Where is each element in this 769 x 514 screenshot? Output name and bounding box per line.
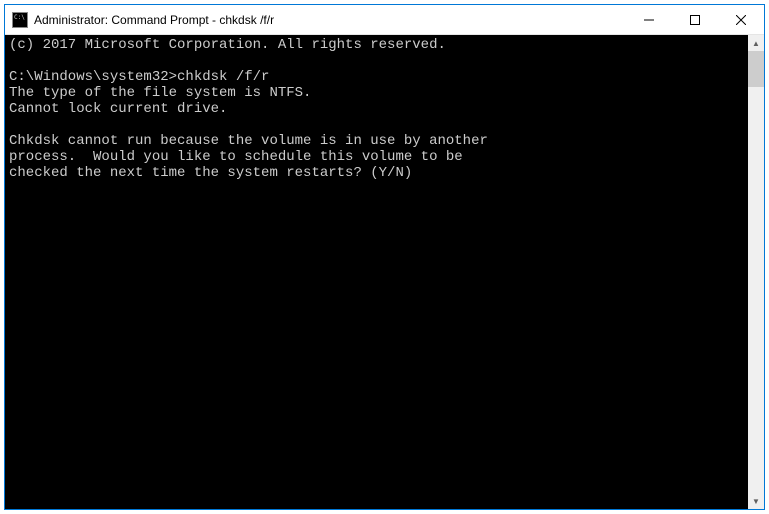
close-button[interactable] [718, 5, 764, 34]
scroll-up-button[interactable]: ▲ [748, 35, 764, 51]
minimize-icon [644, 15, 654, 25]
maximize-icon [690, 15, 700, 25]
scroll-track[interactable] [748, 51, 764, 493]
scroll-thumb[interactable] [748, 51, 764, 87]
cmd-icon [12, 12, 28, 28]
maximize-button[interactable] [672, 5, 718, 34]
console-output[interactable]: (c) 2017 Microsoft Corporation. All righ… [5, 35, 748, 509]
close-icon [736, 15, 746, 25]
console-area: (c) 2017 Microsoft Corporation. All righ… [5, 35, 764, 509]
window-title: Administrator: Command Prompt - chkdsk /… [34, 13, 626, 27]
titlebar[interactable]: Administrator: Command Prompt - chkdsk /… [5, 5, 764, 35]
vertical-scrollbar[interactable]: ▲ ▼ [748, 35, 764, 509]
minimize-button[interactable] [626, 5, 672, 34]
scroll-down-button[interactable]: ▼ [748, 493, 764, 509]
window-controls [626, 5, 764, 34]
command-prompt-window: Administrator: Command Prompt - chkdsk /… [4, 4, 765, 510]
